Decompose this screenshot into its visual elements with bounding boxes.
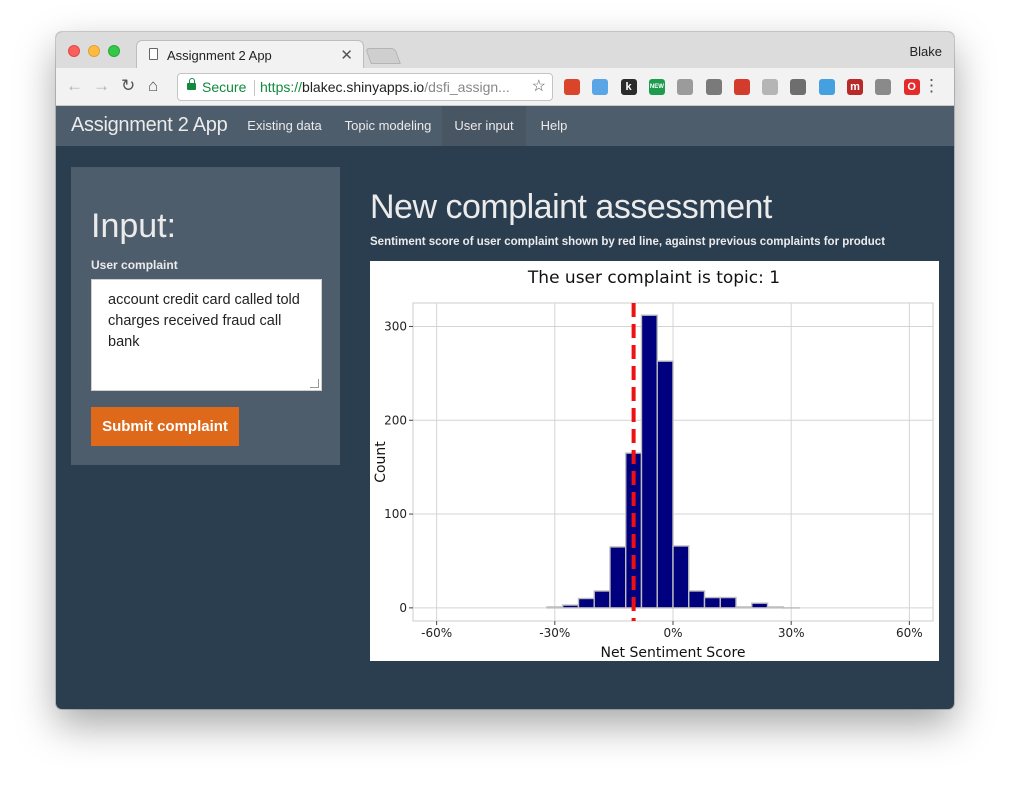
y-tick-label-3: 300 — [384, 319, 407, 333]
minimize-window-button[interactable] — [88, 45, 100, 57]
nav-help[interactable]: Help — [530, 106, 578, 146]
histogram-bar-8 — [672, 545, 690, 609]
red-arrow-extension-icon[interactable] — [733, 79, 750, 95]
input-heading: Input: — [91, 207, 177, 245]
menu-kebab-icon[interactable]: ⋮ — [923, 76, 940, 96]
x-tick-label-2: 0% — [663, 626, 682, 640]
x-tick-label-1: -30% — [539, 626, 570, 640]
k-extension-icon[interactable]: k — [620, 79, 637, 95]
app-navbar: Assignment 2 App Existing data Topic mod… — [56, 106, 954, 146]
y-axis-label: Count — [373, 441, 389, 483]
m-extension-icon[interactable]: m — [847, 79, 863, 95]
address-divider — [254, 80, 255, 96]
home-icon[interactable]: ⌂ — [148, 77, 158, 95]
histogram-bar-9 — [688, 590, 706, 609]
histogram-bar-10 — [703, 596, 721, 609]
histogram-svg: -60% -30% 0% 30% 60% 0 100 200 300 The user compl… — [373, 268, 934, 661]
histogram-bar-13 — [751, 602, 769, 609]
user-complaint-textarea[interactable]: account credit card called told charges … — [91, 279, 322, 391]
x-tick-label-3: 30% — [778, 626, 805, 640]
reload-icon[interactable]: ↻ — [121, 77, 135, 95]
forward-arrow-icon[interactable]: → — [93, 77, 110, 95]
y-tick-label-2: 200 — [384, 413, 407, 427]
browser-tab[interactable]: Assignment 2 App ✕ — [136, 40, 364, 68]
lock-icon — [187, 78, 196, 90]
y-tick-label-0: 0 — [399, 601, 407, 615]
bookmark-star-icon[interactable]: ☆ — [532, 74, 546, 100]
histogram-bar-4 — [609, 546, 627, 609]
submit-complaint-button[interactable]: Submit complaint — [91, 407, 239, 446]
tab-bar: Assignment 2 App ✕ Blake — [56, 32, 954, 68]
dots-extension-icon[interactable] — [705, 79, 722, 95]
nav-existing-data[interactable]: Existing data — [240, 106, 329, 146]
histogram-bar-6 — [640, 314, 658, 609]
x-axis-label: Net Sentiment Score — [600, 645, 745, 661]
tab-title: Assignment 2 App — [167, 48, 272, 63]
textarea-value: account credit card called told charges … — [108, 292, 300, 350]
histogram-bar-11 — [719, 596, 737, 609]
nav-user-input[interactable]: User input — [442, 106, 526, 146]
x-tick-label-4: 60% — [896, 626, 923, 640]
app-brand[interactable]: Assignment 2 App — [71, 114, 228, 137]
tab-close-icon[interactable]: ✕ — [340, 46, 353, 64]
rainbow-extension-icon[interactable] — [818, 79, 835, 95]
user-complaint-label: User complaint — [91, 258, 178, 272]
bookmark-extension-icon[interactable] — [564, 79, 580, 95]
resize-handle[interactable] — [310, 379, 319, 388]
histogram-bar-7 — [656, 360, 674, 609]
opera-extension-icon[interactable]: O — [903, 79, 920, 95]
maximize-window-button[interactable] — [108, 45, 120, 57]
x-tick-label-0: -60% — [421, 626, 452, 640]
back-arrow-icon[interactable]: ← — [66, 77, 83, 95]
address-bar[interactable]: Secure https://blakec.shinyapps.io/dsfi_… — [177, 73, 553, 101]
lightbulb-extension-icon[interactable] — [790, 79, 807, 95]
document-icon — [149, 48, 158, 60]
secure-label: Secure — [202, 79, 247, 95]
new-badge-extension-icon[interactable]: NEW — [648, 79, 665, 95]
histogram-bar-2 — [577, 597, 595, 609]
histogram-bar-1 — [561, 604, 580, 609]
input-panel: Input: User complaint account credit car… — [71, 167, 340, 465]
satellite-extension-icon[interactable] — [875, 79, 892, 95]
page-subtitle: Sentiment score of user complaint shown … — [370, 236, 886, 248]
browser-toolbar: ← → ↻ ⌂ Secure https://blakec.shinyapps.… — [56, 68, 954, 106]
drive-extension-icon[interactable] — [762, 79, 779, 95]
histogram-bar-14 — [766, 606, 785, 609]
histogram-bar-3 — [593, 590, 611, 609]
url-text: https://blakec.shinyapps.io/dsfi_assign.… — [260, 79, 510, 95]
close-window-button[interactable] — [68, 45, 80, 57]
histogram-bar-12 — [735, 606, 753, 609]
profile-name[interactable]: Blake — [909, 44, 942, 59]
square-extension-icon[interactable] — [677, 79, 694, 95]
cloud-extension-icon[interactable] — [592, 79, 609, 95]
browser-window: Assignment 2 App ✕ Blake ← → ↻ ⌂ Secure … — [56, 32, 954, 709]
chart-title: The user complaint is topic: 1 — [527, 268, 780, 288]
y-tick-label-1: 100 — [384, 507, 407, 521]
page-title: New complaint assessment — [370, 188, 772, 226]
nav-topic-modeling[interactable]: Topic modeling — [336, 106, 440, 146]
new-tab-button[interactable] — [365, 48, 401, 64]
histogram-bar-0 — [546, 606, 564, 609]
histogram-plot: -60% -30% 0% 30% 60% 0 100 200 300 The user compl… — [370, 261, 939, 661]
